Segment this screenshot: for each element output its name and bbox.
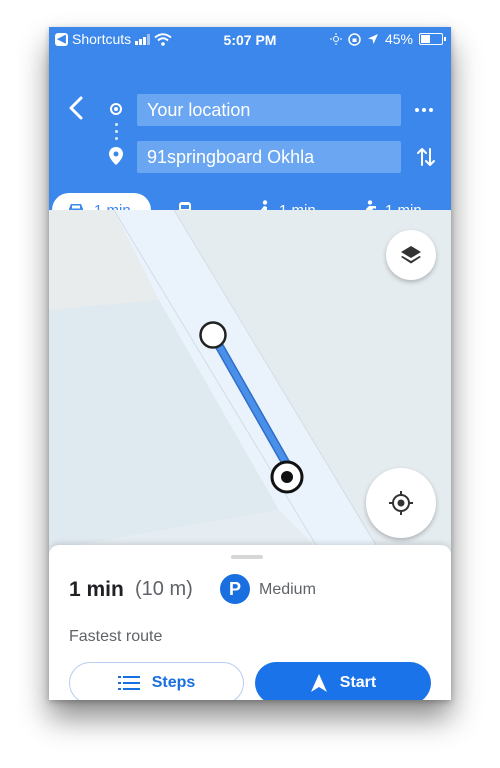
layers-button[interactable] [386,230,436,280]
destination-pin-icon [109,147,123,165]
brightness-icon [329,33,342,45]
parking-icon: P [220,574,250,604]
status-right: 45% [329,31,446,47]
route-duration: 1 min [69,578,124,601]
steps-label: Steps [151,674,196,691]
directions-header: Your location 91springboard Okhla 1 min [49,53,451,227]
map-view[interactable] [49,210,451,550]
navigation-arrow-icon [310,674,327,692]
status-bar: ◀ Shortcuts 5:07 PM 45% [49,27,451,53]
battery-icon [419,33,446,45]
route-distance: (10 m) [135,578,193,600]
destination-point-icon [270,460,304,494]
list-icon [117,676,140,690]
origin-marker-icon [110,103,122,115]
crosshair-icon [389,491,413,515]
route-summary-sheet[interactable]: 1 min (10 m) P Medium Fastest route Step… [49,545,451,700]
my-location-button[interactable] [366,468,436,538]
back-arrow-icon[interactable] [66,95,88,121]
start-label: Start [339,674,377,691]
swap-icon[interactable] [415,145,437,169]
route-connector-dots [115,123,118,141]
origin-input[interactable]: Your location [137,94,401,126]
rotation-lock-icon [348,32,361,46]
start-button[interactable]: Start [255,662,431,700]
start-point-icon [199,321,227,349]
parking-difficulty: Medium [259,581,316,598]
phone-screen: ◀ Shortcuts 5:07 PM 45% Your location 91… [49,27,451,700]
route-description: Fastest route [69,628,163,645]
location-arrow-icon [367,34,378,44]
battery-percent: 45% [384,31,413,47]
destination-input[interactable]: 91springboard Okhla [137,141,401,173]
more-options-icon[interactable] [415,108,433,112]
layers-icon [401,246,421,264]
steps-button[interactable]: Steps [69,662,244,700]
drag-handle[interactable] [231,555,263,559]
